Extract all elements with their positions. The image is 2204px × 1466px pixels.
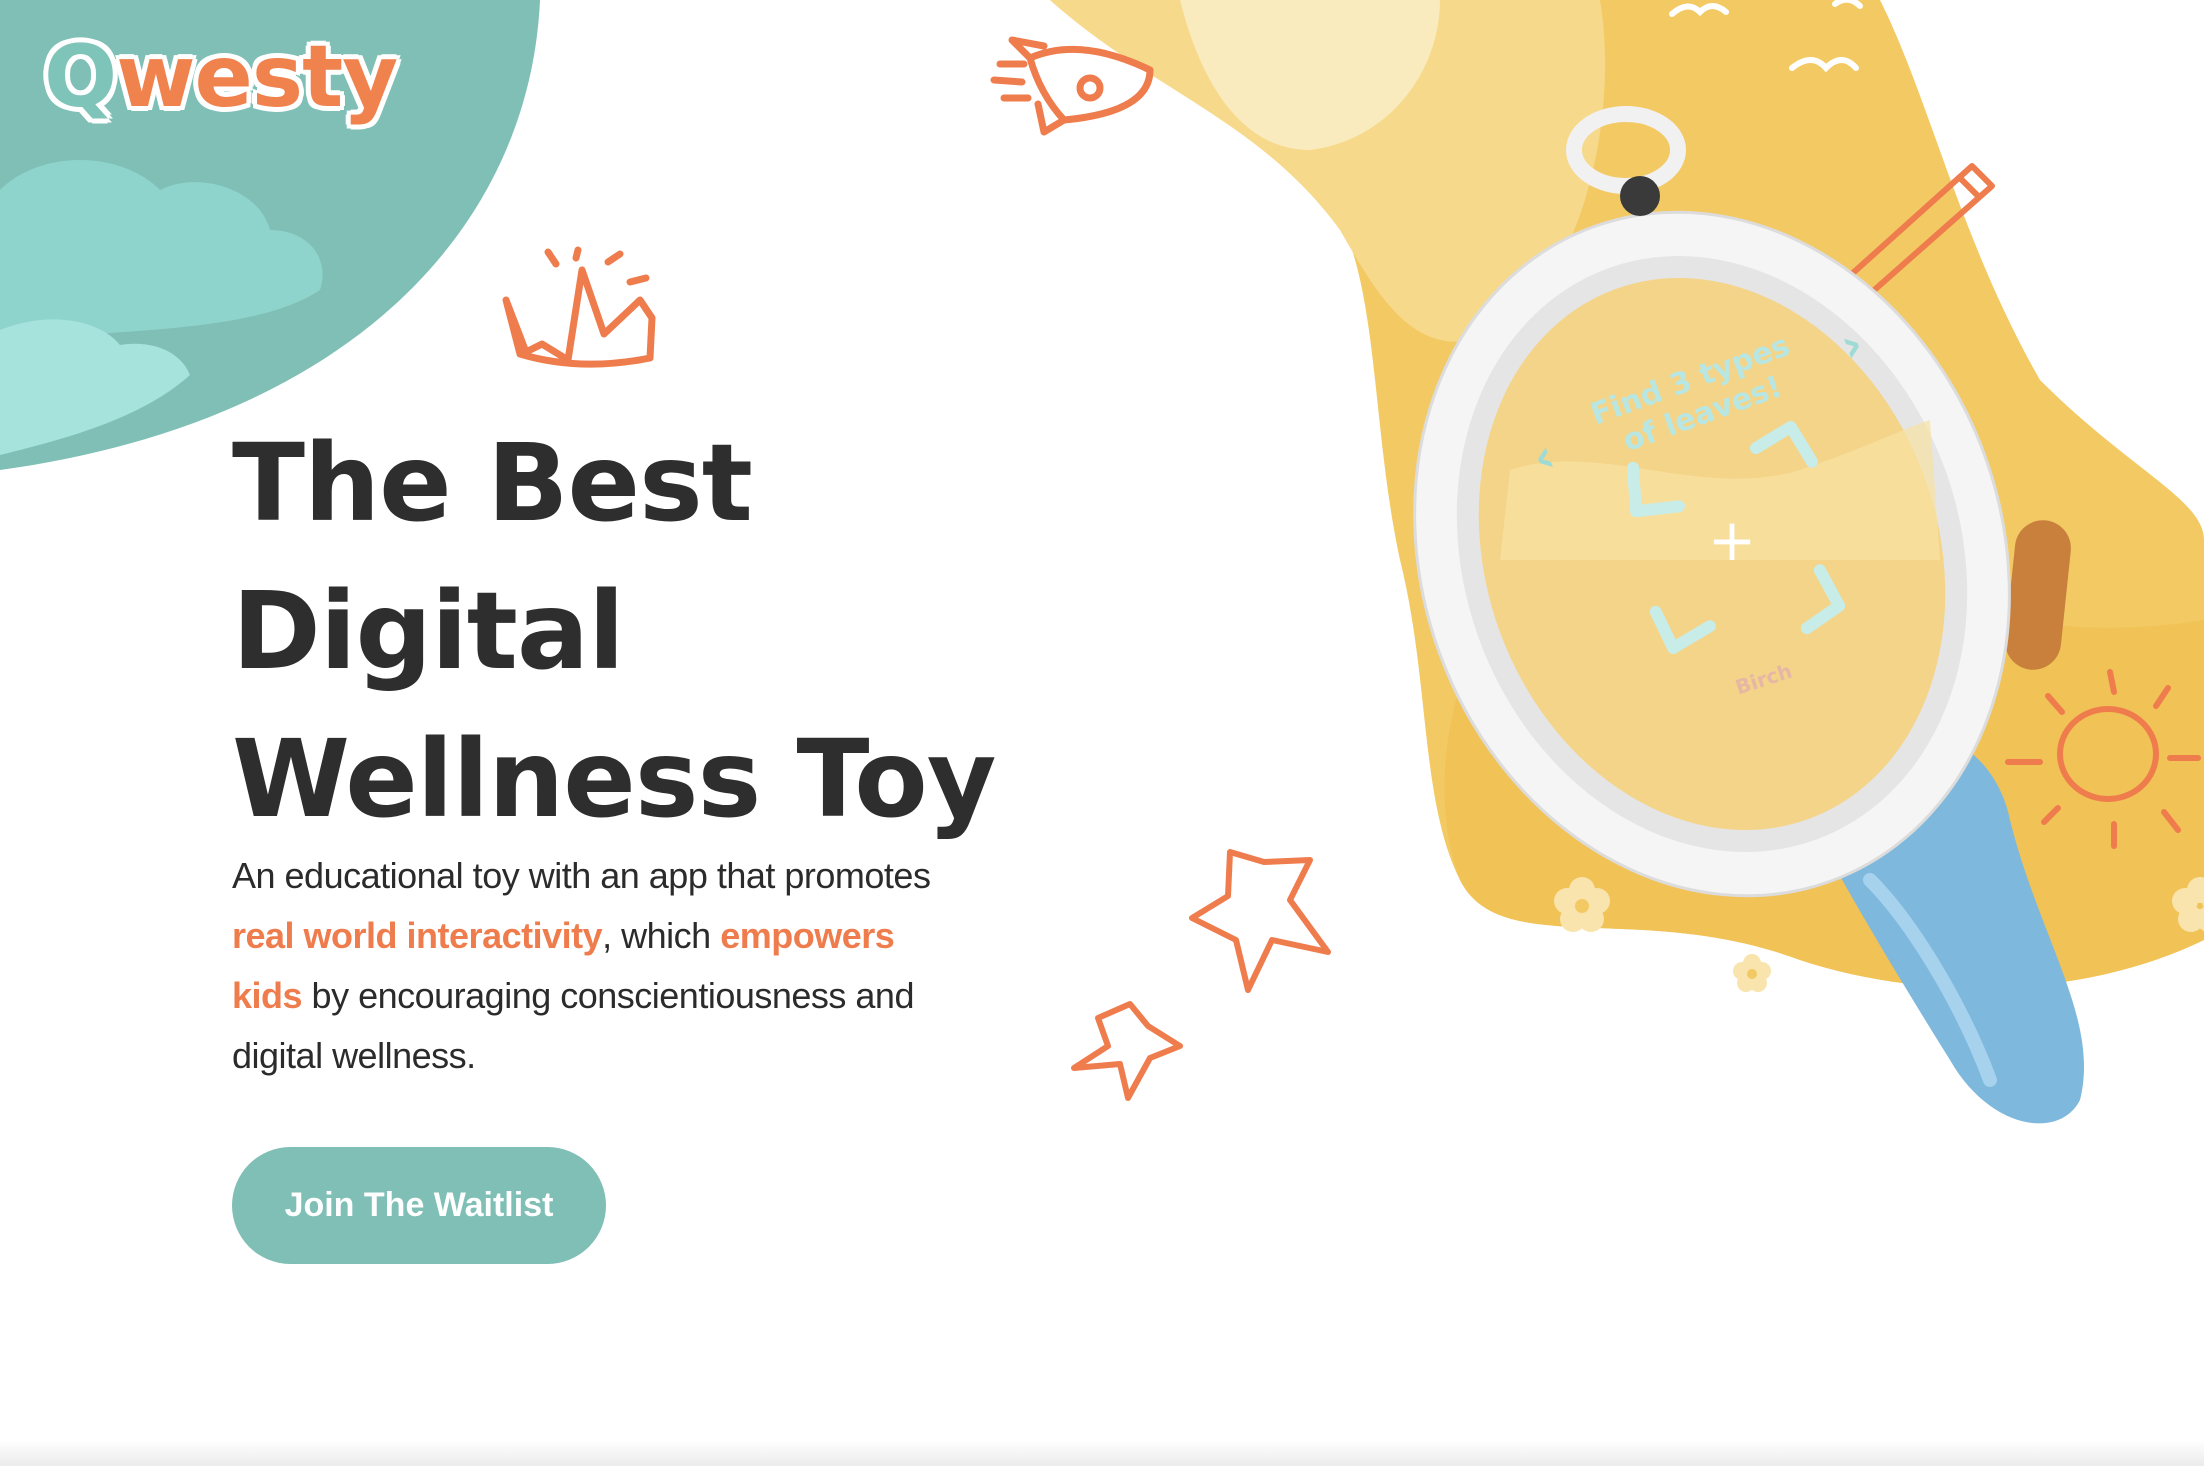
hero-description: An educational toy with an app that prom… (232, 846, 952, 1086)
description-text-1: An educational toy with an app that prom… (232, 855, 931, 896)
star-icon (1071, 849, 1331, 1101)
headline-line-2: Digital (232, 570, 625, 694)
highlight-real-world-interactivity: real world interactivity (232, 915, 603, 956)
crown-icon (502, 246, 656, 368)
logo-text: westy (116, 27, 398, 127)
description-text-2: , which (602, 915, 721, 956)
description-text-3: by encouraging conscientiousness and dig… (232, 975, 914, 1076)
headline-line-1: The Best (232, 422, 753, 546)
hero-headline: The Best Digital Wellness Toy (232, 410, 997, 854)
join-waitlist-button[interactable]: Join The Waitlist (232, 1147, 606, 1264)
bottom-edge-shadow (0, 1440, 2204, 1466)
screen-crosshair: + (1708, 506, 1757, 574)
qwesty-logo[interactable]: Qwesty (44, 34, 398, 120)
logo-q: Q (44, 27, 117, 127)
headline-line-3: Wellness Toy (232, 718, 997, 842)
